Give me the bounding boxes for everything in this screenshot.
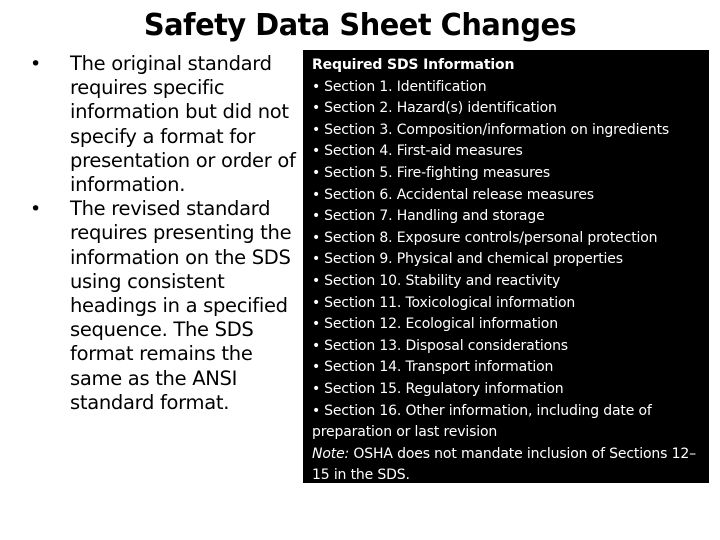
sds-section-label: Section 1. Identification <box>324 78 487 95</box>
sds-section-item: • Section 5. Fire-fighting measures <box>312 163 709 185</box>
bullet-icon: • <box>312 402 321 419</box>
sds-section-item: • Section 2. Hazard(s) identification <box>312 98 709 120</box>
sds-section-label: Section 10. Stability and reactivity <box>324 272 561 289</box>
bullet-icon: • <box>312 208 321 225</box>
bullet-icon: • <box>312 251 321 268</box>
bullet-icon: • <box>312 100 321 117</box>
sds-section-label: Section 15. Regulatory information <box>324 380 564 397</box>
sds-section-list: • Section 1. Identification • Section 2. Ha… <box>312 77 709 444</box>
sds-section-label: Section 8. Exposure controls/personal pr… <box>324 229 658 246</box>
sds-section-label: Section 5. Fire-fighting measures <box>324 164 550 181</box>
bullet-icon: • <box>30 53 41 75</box>
sds-section-item: • Section 9. Physical and chemical proper… <box>312 249 709 271</box>
sds-section-label: Section 16. Other information, including… <box>312 402 652 441</box>
bullet-icon: • <box>312 294 321 311</box>
bullet-icon: • <box>30 198 41 221</box>
sds-section-label: Section 12. Ecological information <box>324 316 558 333</box>
sds-section-item: • Section 15. Regulatory information <box>312 379 709 401</box>
sds-section-label: Section 3. Composition/information on in… <box>324 121 670 138</box>
bullet-icon: • <box>312 164 321 181</box>
required-sds-info-box: Required SDS Information • Section 1. Ide… <box>303 50 709 483</box>
sds-section-label: Section 4. First-aid measures <box>324 143 523 160</box>
note-text: OSHA does not mandate inclusion of Secti… <box>312 445 696 484</box>
bullet-icon: • <box>312 143 321 160</box>
note-label: Note: <box>312 445 350 462</box>
sds-section-label: Section 6. Accidental release measures <box>324 186 594 203</box>
sds-section-label: Section 14. Transport information <box>324 359 554 376</box>
sds-section-item: • Section 3. Composition/information on i… <box>312 120 709 142</box>
sds-section-item: • Section 11. Toxicological information <box>312 293 709 315</box>
bullet-revised-standard: • The revised standard requires presenti… <box>28 197 298 415</box>
sds-section-item: • Section 10. Stability and reactivity <box>312 271 709 293</box>
bullet-original-standard: • The original standard requires specifi… <box>28 52 298 197</box>
bullet-icon: • <box>312 229 321 246</box>
bullet-icon: • <box>312 272 321 289</box>
sds-section-item: • Section 8. Exposure controls/personal p… <box>312 228 709 250</box>
sds-section-item: • Section 14. Transport information <box>312 357 709 379</box>
bullet-icon: • <box>312 380 321 397</box>
left-bullet-list: • The original standard requires specifi… <box>28 52 298 415</box>
sds-section-label: Section 13. Disposal considerations <box>324 337 568 354</box>
bullet-text: The original standard requires specific … <box>70 52 296 197</box>
sds-section-label: Section 2. Hazard(s) identification <box>324 100 557 117</box>
sds-section-label: Section 11. Toxicological information <box>324 294 576 311</box>
sds-section-label: Section 9. Physical and chemical propert… <box>324 251 623 268</box>
sds-section-label: Section 7. Handling and storage <box>324 208 545 225</box>
bullet-icon: • <box>312 186 321 203</box>
sds-section-item: • Section 7. Handling and storage <box>312 206 709 228</box>
bullet-icon: • <box>312 337 321 354</box>
sds-section-item: • Section 6. Accidental release measures <box>312 185 709 207</box>
sds-section-item: • Section 12. Ecological information <box>312 314 709 336</box>
info-box-note: Note: OSHA does not mandate inclusion of… <box>312 444 709 487</box>
sds-section-item: • Section 16. Other information, includin… <box>312 401 709 444</box>
sds-section-item: • Section 13. Disposal considerations <box>312 336 709 358</box>
bullet-icon: • <box>312 121 321 138</box>
bullet-icon: • <box>312 359 321 376</box>
bullet-text: The revised standard requires presenting… <box>70 197 292 414</box>
bullet-icon: • <box>312 78 321 95</box>
bullet-icon: • <box>312 316 321 333</box>
slide-title: Safety Data Sheet Changes <box>143 8 577 43</box>
sds-section-item: • Section 1. Identification <box>312 77 709 99</box>
info-box-heading: Required SDS Information <box>312 57 515 73</box>
sds-section-item: • Section 4. First-aid measures <box>312 141 709 163</box>
